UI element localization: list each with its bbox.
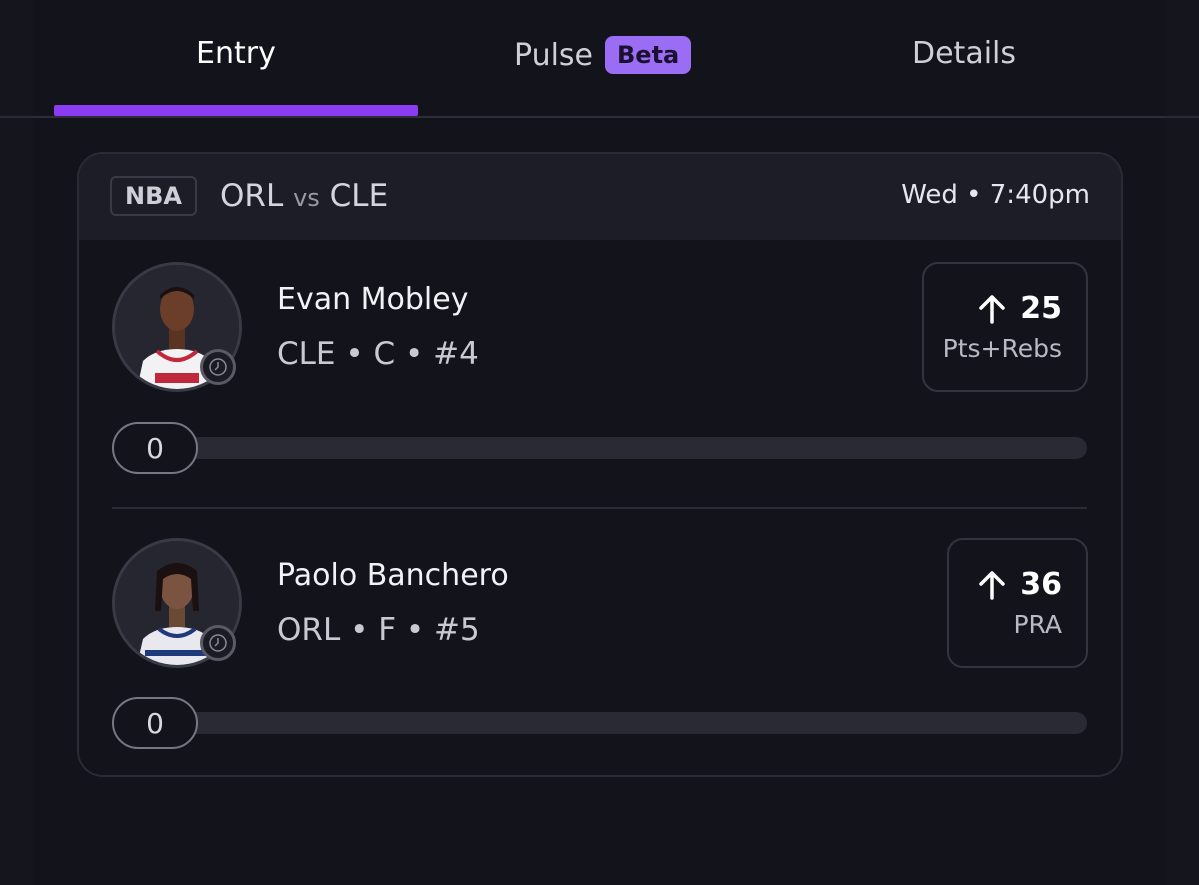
tab-pulse[interactable]: Pulse Beta [514, 36, 692, 74]
tab-details[interactable]: Details [912, 36, 1016, 71]
game-time: Wed • 7:40pm [901, 180, 1090, 210]
beta-badge: Beta [605, 36, 692, 74]
clock-icon [200, 625, 236, 661]
active-tab-indicator [54, 105, 418, 116]
progress-bar: 0 [112, 697, 1087, 749]
progress-bar: 0 [112, 422, 1087, 474]
player-divider [112, 507, 1087, 509]
tab-entry-label: Entry [196, 36, 276, 71]
tab-entry[interactable]: Entry [196, 36, 276, 71]
background-right [1166, 0, 1199, 885]
background-left [0, 0, 33, 885]
player-info: ORL • F • #5 [277, 612, 480, 648]
player-info: CLE • C • #4 [277, 336, 479, 372]
vs-label: vs [293, 184, 320, 212]
prop-line: 36 [978, 567, 1062, 602]
arrow-up-icon [979, 570, 1005, 600]
tab-bar: Entry Pulse Beta Details [33, 0, 1166, 118]
progress-value: 0 [112, 697, 198, 749]
progress-value: 0 [112, 422, 198, 474]
prop-stat: Pts+Rebs [942, 334, 1062, 363]
prop-value: 36 [1020, 567, 1062, 602]
clock-icon [200, 349, 236, 385]
tab-pulse-label: Pulse [514, 37, 593, 73]
entry-panel: Entry Pulse Beta Details NBA ORL vs CLE … [33, 0, 1166, 885]
arrow-up-icon [979, 294, 1005, 324]
prop-pick-button[interactable]: 36 PRA [947, 538, 1088, 668]
divider-right [1166, 116, 1199, 118]
tab-details-label: Details [912, 36, 1017, 71]
player-name: Paolo Banchero [277, 558, 509, 593]
prop-pick-button[interactable]: 25 Pts+Rebs [922, 262, 1088, 392]
player-name: Evan Mobley [277, 282, 469, 317]
matchup: ORL vs CLE [220, 178, 388, 214]
prop-value: 25 [1020, 291, 1062, 326]
prop-line: 25 [978, 291, 1062, 326]
prop-stat: PRA [1013, 610, 1062, 639]
divider-left [0, 116, 33, 118]
home-team: ORL [220, 178, 284, 214]
league-badge: NBA [110, 176, 197, 216]
game-card: NBA ORL vs CLE Wed • 7:40pm Evan Mobley … [77, 152, 1123, 777]
away-team: CLE [329, 178, 389, 214]
game-header: NBA ORL vs CLE Wed • 7:40pm [79, 154, 1121, 240]
